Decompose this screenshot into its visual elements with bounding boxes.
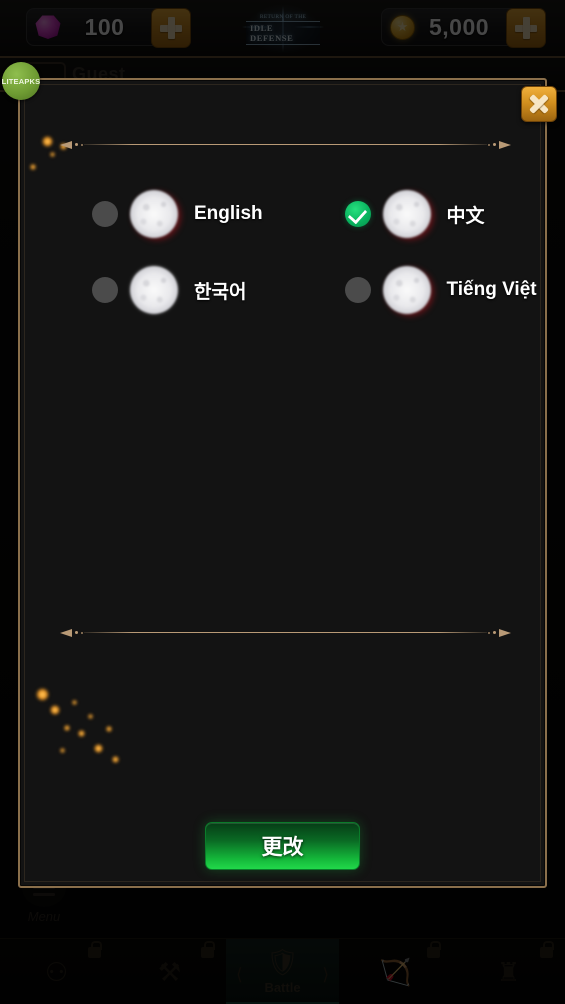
divider-line <box>84 632 487 633</box>
radio-chinese[interactable] <box>344 201 371 227</box>
language-row: English 中文 <box>20 176 545 252</box>
ember-particle <box>94 744 103 753</box>
radio-korean[interactable] <box>92 277 118 303</box>
close-icon <box>528 93 550 115</box>
language-settings-dialog: English 中文 한국어 Tiếng Việt 更改 <box>18 78 557 888</box>
ember-particle <box>106 726 112 732</box>
divider-top <box>60 138 511 152</box>
divider-ornament-right <box>485 138 511 152</box>
confirm-change-button[interactable]: 更改 <box>205 822 360 870</box>
divider-ornament-left <box>60 138 86 152</box>
language-option-vietnamese[interactable]: Tiếng Việt <box>283 266 546 314</box>
confirm-change-label: 更改 <box>261 836 304 859</box>
divider-bottom <box>60 626 511 640</box>
ember-particle <box>78 730 85 737</box>
ember-particle <box>60 748 65 753</box>
ember-particle <box>72 700 77 705</box>
ember-particle <box>50 705 60 715</box>
divider-line <box>84 144 487 145</box>
language-label-vietnamese: Tiếng Việt <box>446 279 537 300</box>
flag-icon-english <box>130 190 178 238</box>
flag-icon-vietnamese <box>382 266 431 314</box>
language-option-english[interactable]: English <box>20 190 283 238</box>
flag-icon-chinese <box>382 190 431 238</box>
ember-particle <box>42 136 53 147</box>
language-option-chinese[interactable]: 中文 <box>283 190 546 238</box>
ember-particle <box>64 725 70 731</box>
language-option-korean[interactable]: 한국어 <box>20 266 283 314</box>
language-options-grid: English 中文 한국어 Tiếng Việt <box>20 176 545 328</box>
ember-particle <box>36 688 49 701</box>
flag-icon-korean <box>130 266 178 314</box>
divider-ornament-left <box>60 626 86 640</box>
radio-vietnamese[interactable] <box>344 277 371 303</box>
language-label-korean: 한국어 <box>194 281 247 303</box>
radio-english[interactable] <box>92 201 118 227</box>
close-dialog-button[interactable] <box>521 86 557 122</box>
ember-particle <box>50 152 55 157</box>
liteapks-label: LITEAPKS <box>1 76 41 86</box>
divider-ornament-right <box>485 626 511 640</box>
ember-particle <box>112 756 119 763</box>
ember-particle <box>30 164 36 170</box>
ember-particle <box>88 714 93 719</box>
liteapks-watermark: LITEAPKS <box>2 62 40 100</box>
language-label-chinese: 中文 <box>446 205 485 227</box>
language-label-english: English <box>194 203 263 224</box>
language-row: 한국어 Tiếng Việt <box>20 252 545 328</box>
